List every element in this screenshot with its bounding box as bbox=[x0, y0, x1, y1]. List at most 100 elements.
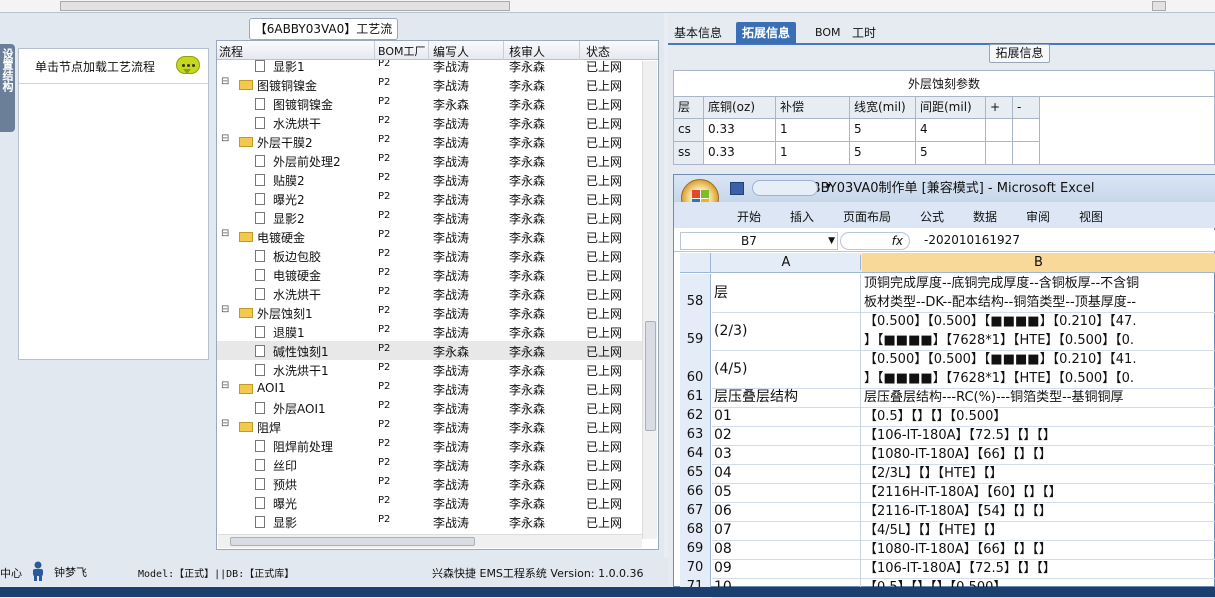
grid-cell[interactable]: ss bbox=[674, 142, 704, 165]
tab-extended-info[interactable]: 拓展信息 bbox=[736, 22, 797, 44]
grid-header-cell[interactable]: 层 bbox=[674, 97, 704, 119]
process-title-tab[interactable]: 【6ABBY03VA0】工艺流程 bbox=[249, 18, 398, 56]
row-header[interactable]: 67 bbox=[680, 502, 711, 521]
collapse-icon[interactable]: ⊟ bbox=[221, 76, 229, 87]
tab-bom[interactable]: BOM bbox=[809, 22, 847, 44]
taskbar[interactable] bbox=[0, 587, 1215, 597]
col-header-bom[interactable]: BOM工厂 bbox=[378, 43, 426, 59]
row-header[interactable]: 60 bbox=[680, 350, 711, 388]
top-scroll-right-button[interactable] bbox=[1152, 1, 1166, 11]
name-box[interactable]: B7 ▼ bbox=[680, 232, 838, 250]
top-scrollbar[interactable] bbox=[0, 0, 1215, 13]
grid-cell[interactable] bbox=[986, 119, 1013, 142]
tree-node-label[interactable]: 显影 bbox=[273, 514, 297, 530]
tree-vscroll-thumb[interactable] bbox=[645, 321, 656, 431]
tree-row[interactable]: 外层前处理2 P2 李战涛 李永森 已上网 bbox=[217, 151, 642, 170]
tree-node-label[interactable]: 曝光2 bbox=[273, 191, 305, 208]
collapse-icon[interactable]: ⊟ bbox=[221, 133, 229, 144]
tree-node-label[interactable]: 电镀硬金 bbox=[273, 267, 321, 284]
tree-row[interactable]: ⊟ 图镀铜镍金 P2 李战涛 李永森 已上网 bbox=[217, 75, 642, 94]
col-header-checker[interactable]: 核审人 bbox=[509, 43, 545, 60]
tree-row[interactable]: 板边包胶 P2 李战涛 李永森 已上网 bbox=[217, 246, 642, 265]
grid-cell[interactable]: 5 bbox=[850, 119, 916, 142]
tree-node-label[interactable]: 曝光 bbox=[273, 495, 297, 512]
row-header[interactable]: 66 bbox=[680, 483, 711, 502]
tree-node-label[interactable]: 外层AOI1 bbox=[273, 400, 326, 417]
row-header[interactable]: 61 bbox=[680, 388, 711, 407]
grid-cell[interactable]: 0.33 bbox=[704, 142, 776, 165]
tab-work-hours[interactable]: 工时 bbox=[846, 22, 882, 44]
column-b-header[interactable]: B bbox=[862, 253, 1215, 272]
vertical-tab-structure[interactable]: 设置结构 bbox=[0, 44, 15, 132]
ribbon-tab-review[interactable]: 审阅 bbox=[1026, 208, 1050, 225]
tree-row[interactable]: ⊟ 外层干膜2 P2 李战涛 李永森 已上网 bbox=[217, 132, 642, 151]
top-scroll-thumb[interactable] bbox=[60, 1, 510, 11]
process-tree-grid[interactable]: 流程 BOM工厂 编写人 核审人 状态 显影1 P2 李战涛 李永森 已上网 ⊟ 图镀铜镍金… bbox=[216, 40, 659, 550]
tree-node-label[interactable]: 外层干膜2 bbox=[257, 134, 313, 151]
cell-b[interactable]: 顶铜完成厚度--底铜完成厚度--含铜板厚--不含铜 板材类型--DK--配本结构-… bbox=[862, 274, 1215, 312]
cell-a[interactable]: (4/5) bbox=[712, 350, 861, 388]
tree-row[interactable]: 曝光 P2 李战涛 李永森 已上网 bbox=[217, 493, 642, 512]
select-all-corner[interactable] bbox=[680, 253, 711, 272]
cell-b[interactable]: 【2116-IT-180A】【54】【】【】 bbox=[862, 502, 1215, 521]
cell-a[interactable]: 08 bbox=[712, 540, 861, 559]
cell-b[interactable]: 【106-IT-180A】【72.5】【】【】 bbox=[862, 426, 1215, 445]
grid-header-cell[interactable]: + bbox=[986, 97, 1013, 119]
tree-row[interactable]: 显影2 P2 李战涛 李永森 已上网 bbox=[217, 208, 642, 227]
grid-cell[interactable] bbox=[1013, 142, 1040, 165]
tree-node-label[interactable]: 水洗烘干 bbox=[273, 115, 321, 132]
quick-access-dropdown-icon[interactable]: ▾ bbox=[826, 181, 831, 192]
cell-b[interactable]: 【1080-IT-180A】【66】【】【】 bbox=[862, 445, 1215, 464]
row-header[interactable]: 63 bbox=[680, 426, 711, 445]
speech-bubble-icon[interactable] bbox=[176, 56, 200, 74]
node-panel[interactable]: 单击节点加载工艺流程 bbox=[18, 48, 209, 360]
cell-a[interactable]: 03 bbox=[712, 445, 861, 464]
tree-node-label[interactable]: 板边包胶 bbox=[273, 248, 321, 265]
tree-row[interactable]: 碱性蚀刻1 P2 李永森 李永森 已上网 bbox=[217, 341, 642, 360]
tree-node-label[interactable]: 电镀硬金 bbox=[257, 229, 305, 246]
column-a-header[interactable]: A bbox=[712, 255, 861, 270]
tree-node-label[interactable]: 预烘 bbox=[273, 476, 297, 493]
grid-header-cell[interactable]: 补偿 bbox=[776, 97, 850, 119]
tree-row[interactable]: ⊟ 阻焊 P2 李战涛 李永森 已上网 bbox=[217, 417, 642, 436]
cell-b[interactable]: 【0.500】【0.500】【■■■■】【0.210】【41. 】【■■■■】【7… bbox=[862, 350, 1215, 388]
grid-header-cell[interactable]: 间距(mil) bbox=[916, 97, 986, 119]
tree-row[interactable]: 电镀硬金 P2 李战涛 李永森 已上网 bbox=[217, 265, 642, 284]
grid-cell[interactable] bbox=[986, 142, 1013, 165]
cell-b[interactable]: 【2116H-IT-180A】【60】【】【】 bbox=[862, 483, 1215, 502]
grid-cell[interactable] bbox=[1013, 119, 1040, 142]
tree-row[interactable]: 丝印 P2 李战涛 李永森 已上网 bbox=[217, 455, 642, 474]
tree-row[interactable]: 外层AOI1 P2 李战涛 李永森 已上网 bbox=[217, 398, 642, 417]
tree-row[interactable]: ⊟ 电镀硬金 P2 李战涛 李永森 已上网 bbox=[217, 227, 642, 246]
cell-b[interactable]: 【1080-IT-180A】【66】【】【】 bbox=[862, 540, 1215, 559]
cell-a[interactable]: 02 bbox=[712, 426, 861, 445]
row-header[interactable]: 64 bbox=[680, 445, 711, 464]
tree-node-label[interactable]: 图镀铜镍金 bbox=[273, 96, 333, 113]
ribbon-tab-home[interactable]: 开始 bbox=[737, 208, 761, 225]
tree-node-label[interactable]: 显影1 bbox=[273, 60, 305, 75]
name-box-dropdown-icon[interactable]: ▼ bbox=[828, 233, 835, 249]
cell-a[interactable]: (2/3) bbox=[712, 312, 861, 350]
tree-horizontal-scrollbar[interactable] bbox=[218, 534, 642, 548]
cell-b[interactable]: 层压叠层结构---RC(%)---铜箔类型--基铜铜厚 bbox=[862, 388, 1215, 407]
cell-a[interactable]: 层压叠层结构 bbox=[712, 388, 861, 407]
col-header-process[interactable]: 流程 bbox=[219, 43, 243, 60]
cell-b[interactable]: 【4/5L】【】【HTE】【】 bbox=[862, 521, 1215, 540]
tree-node-label[interactable]: 阻焊前处理 bbox=[273, 438, 333, 455]
row-header[interactable]: 62 bbox=[680, 407, 711, 426]
tab-basic-info[interactable]: 基本信息 bbox=[668, 22, 728, 44]
row-header[interactable]: 59 bbox=[680, 312, 711, 350]
tree-node-label[interactable]: AOI1 bbox=[257, 381, 286, 395]
cell-a[interactable]: 06 bbox=[712, 502, 861, 521]
tree-node-label[interactable]: 碱性蚀刻1 bbox=[273, 343, 329, 360]
tree-row[interactable]: 水洗烘干1 P2 李战涛 李永森 已上网 bbox=[217, 360, 642, 379]
tree-node-label[interactable]: 水洗烘干 bbox=[273, 286, 321, 303]
cell-b[interactable]: 【106-IT-180A】【72.5】【】【】 bbox=[862, 559, 1215, 578]
grid-cell[interactable]: 4 bbox=[916, 119, 986, 142]
ribbon-tab-view[interactable]: 视图 bbox=[1079, 208, 1103, 225]
row-header[interactable]: 65 bbox=[680, 464, 711, 483]
tree-row[interactable]: 贴膜2 P2 李战涛 李永森 已上网 bbox=[217, 170, 642, 189]
tree-row[interactable]: 显影1 P2 李战涛 李永森 已上网 bbox=[217, 60, 642, 75]
tree-node-label[interactable]: 外层前处理2 bbox=[273, 153, 341, 170]
row-header[interactable]: 70 bbox=[680, 559, 711, 578]
